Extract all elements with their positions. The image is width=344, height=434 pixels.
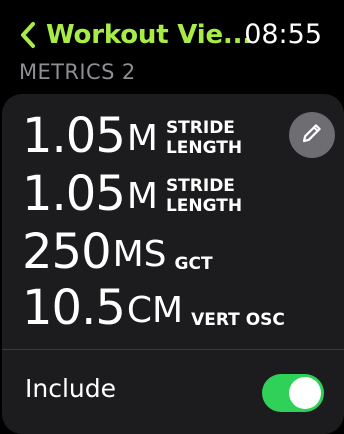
metric-unit: CM xyxy=(126,290,184,331)
pencil-icon xyxy=(300,121,324,149)
metric-row: 10.5 CM VERT OSC xyxy=(22,282,285,334)
metric-label-line1: STRIDE xyxy=(165,176,235,196)
metric-value: 250 xyxy=(22,224,112,280)
section-title: METRICS 2 xyxy=(19,60,136,84)
metric-unit: MS xyxy=(112,234,167,275)
metric-label-line2: LENGTH xyxy=(165,196,243,216)
metric-unit: M xyxy=(126,176,158,217)
metric-label: VERT OSC xyxy=(191,310,285,330)
metric-label-line2: LENGTH xyxy=(165,138,243,158)
metric-row: 1.05 M STRIDE LENGTH xyxy=(22,110,242,162)
back-label: Workout Vie... xyxy=(46,20,252,50)
metric-value: 1.05 xyxy=(22,166,126,222)
metric-value: 1.05 xyxy=(22,108,126,164)
chevron-left-icon xyxy=(18,16,40,54)
divider xyxy=(2,349,344,350)
metric-unit: M xyxy=(126,118,158,159)
include-label: Include xyxy=(25,374,117,403)
toggle-knob xyxy=(289,377,321,409)
metric-row: 250 MS GCT xyxy=(22,226,213,278)
metric-value: 10.5 xyxy=(22,280,126,336)
metric-label: STRIDE LENGTH xyxy=(166,176,242,220)
metric-label-line1: STRIDE xyxy=(165,118,235,138)
clock: 08:55 xyxy=(244,19,322,50)
edit-button[interactable] xyxy=(289,112,335,158)
back-button[interactable]: Workout Vie... xyxy=(18,16,252,54)
metric-label: GCT xyxy=(174,254,213,274)
include-toggle[interactable] xyxy=(262,374,324,412)
metric-row: 1.05 M STRIDE LENGTH xyxy=(22,168,242,220)
metric-label: STRIDE LENGTH xyxy=(166,118,242,162)
status-bar: Workout Vie... 08:55 xyxy=(0,0,344,62)
